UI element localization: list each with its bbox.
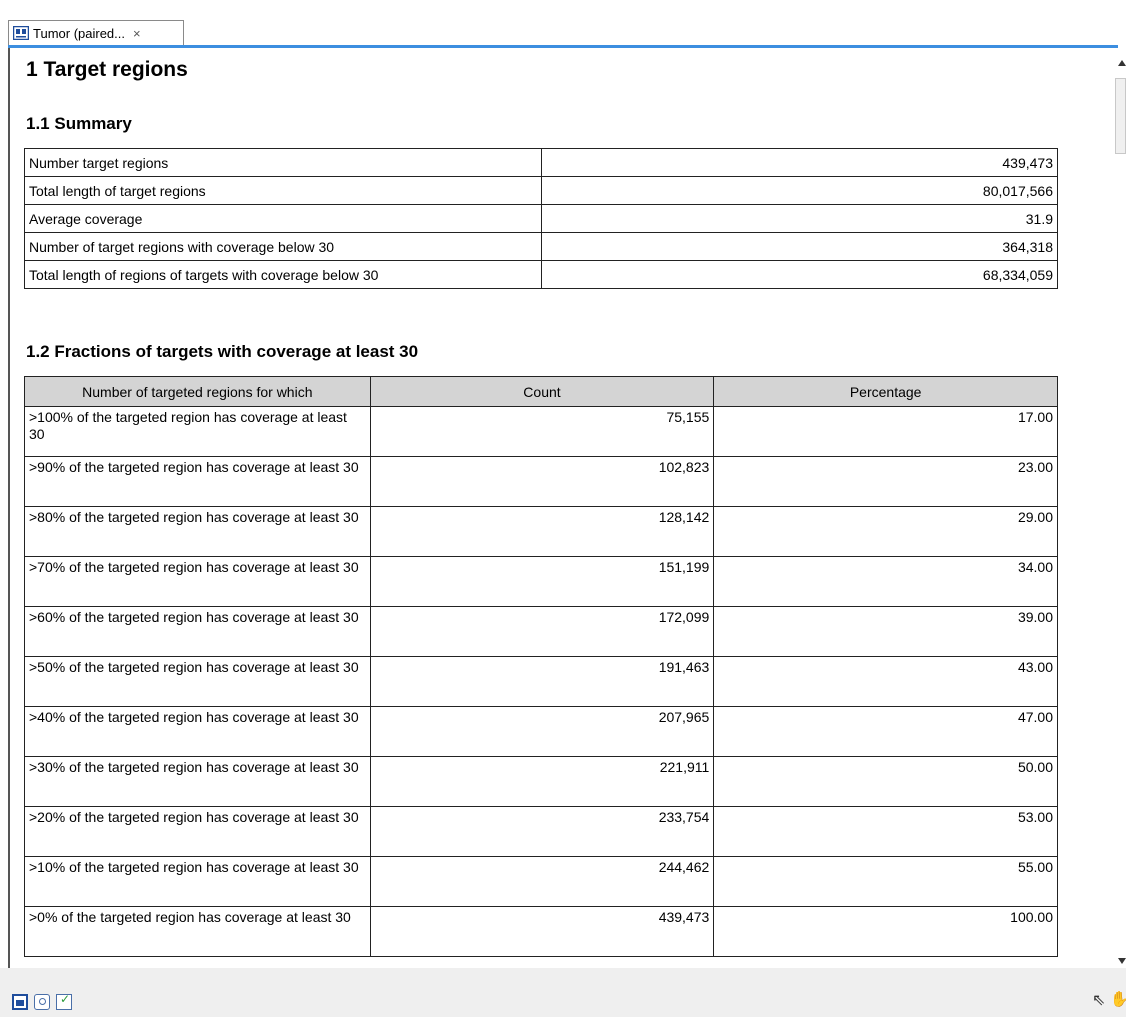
row-count: 102,823 <box>369 456 715 507</box>
row-percentage: 100.00 <box>713 906 1058 957</box>
summary-row: Average coverage 31.9 <box>23 204 1058 233</box>
page-title: 1 Target regions <box>26 58 188 81</box>
summary-value: 68,334,059 <box>541 260 1058 289</box>
scroll-up-icon[interactable] <box>1118 60 1126 66</box>
table-row: >10% of the targeted region has coverage… <box>24 856 1058 907</box>
row-percentage: 34.00 <box>713 556 1058 607</box>
table-row: >30% of the targeted region has coverage… <box>24 756 1058 807</box>
row-count: 151,199 <box>369 556 715 607</box>
row-count: 439,473 <box>369 906 715 957</box>
row-percentage: 23.00 <box>713 456 1058 507</box>
table-row: >20% of the targeted region has coverage… <box>24 806 1058 857</box>
row-label: >50% of the targeted region has coverage… <box>24 656 371 707</box>
pan-mode-icon[interactable]: ✋ <box>1110 990 1126 1008</box>
fractions-heading: 1.2 Fractions of targets with coverage a… <box>26 342 419 361</box>
table-row: >100% of the targeted region has coverag… <box>24 406 1058 457</box>
summary-label: Number of target regions with coverage b… <box>23 232 543 261</box>
column-header: Count <box>369 376 715 407</box>
close-icon[interactable]: × <box>133 26 141 41</box>
summary-value: 80,017,566 <box>541 176 1058 205</box>
table-row: >0% of the targeted region has coverage … <box>24 906 1058 957</box>
row-percentage: 50.00 <box>713 756 1058 807</box>
row-percentage: 29.00 <box>713 506 1058 557</box>
summary-value: 364,318 <box>541 232 1058 261</box>
column-header: Percentage <box>713 376 1058 407</box>
summary-row: Total length of target regions 80,017,566 <box>23 176 1058 205</box>
fractions-table: Number of targeted regions for which Cou… <box>24 376 1058 957</box>
row-label: >40% of the targeted region has coverage… <box>24 706 371 757</box>
row-percentage: 47.00 <box>713 706 1058 757</box>
selection-mode-icon[interactable]: ⇖ <box>1092 990 1105 1009</box>
table-row: >60% of the targeted region has coverage… <box>24 606 1058 657</box>
row-count: 191,463 <box>369 656 715 707</box>
row-label: >90% of the targeted region has coverage… <box>24 456 371 507</box>
row-label: >30% of the targeted region has coverage… <box>24 756 371 807</box>
summary-table: Number target regions 439,473 Total length… <box>23 148 1058 289</box>
view-toolbar: ⇖ ✋ <box>0 968 1126 1017</box>
history-icon[interactable] <box>34 994 50 1010</box>
summary-row: Number of target regions with coverage b… <box>23 232 1058 261</box>
row-label: >60% of the targeted region has coverage… <box>24 606 371 657</box>
table-row: >80% of the targeted region has coverage… <box>24 506 1058 557</box>
row-label: >20% of the targeted region has coverage… <box>24 806 371 857</box>
table-row: >90% of the targeted region has coverage… <box>24 456 1058 507</box>
summary-value: 31.9 <box>541 204 1058 233</box>
summary-label: Total length of target regions <box>23 176 543 205</box>
scrollbar-thumb[interactable] <box>1115 78 1126 154</box>
tab-tumor-report[interactable]: Tumor (paired... × <box>8 20 184 45</box>
row-label: >100% of the targeted region has coverag… <box>24 406 371 457</box>
fractions-header-row: Number of targeted regions for which Cou… <box>24 376 1058 407</box>
row-percentage: 17.00 <box>713 406 1058 457</box>
row-label: >70% of the targeted region has coverage… <box>24 556 371 607</box>
tab-underline <box>8 45 1118 48</box>
row-count: 75,155 <box>369 406 715 457</box>
summary-row: Total length of regions of targets with … <box>23 260 1058 289</box>
vertical-scrollbar[interactable] <box>1114 48 1126 968</box>
row-count: 233,754 <box>369 806 715 857</box>
summary-heading: 1.1 Summary <box>26 114 132 133</box>
row-count: 128,142 <box>369 506 715 557</box>
table-row: >50% of the targeted region has coverage… <box>24 656 1058 707</box>
report-view-icon[interactable] <box>12 994 28 1010</box>
table-row: >40% of the targeted region has coverage… <box>24 706 1058 757</box>
row-count: 221,911 <box>369 756 715 807</box>
row-count: 244,462 <box>369 856 715 907</box>
editor-tab-strip: Tumor (paired... × <box>0 0 1126 48</box>
summary-label: Number target regions <box>23 148 543 177</box>
tab-label: Tumor (paired... <box>33 25 125 41</box>
row-count: 172,099 <box>369 606 715 657</box>
summary-row: Number target regions 439,473 <box>23 148 1058 177</box>
column-header: Number of targeted regions for which <box>24 376 371 407</box>
summary-label: Average coverage <box>23 204 543 233</box>
row-percentage: 39.00 <box>713 606 1058 657</box>
row-label: >0% of the targeted region has coverage … <box>24 906 371 957</box>
summary-label: Total length of regions of targets with … <box>23 260 543 289</box>
row-percentage: 43.00 <box>713 656 1058 707</box>
table-row: >70% of the targeted region has coverage… <box>24 556 1058 607</box>
summary-value: 439,473 <box>541 148 1058 177</box>
report-icon <box>13 26 29 40</box>
element-info-icon[interactable] <box>56 992 72 1010</box>
row-percentage: 55.00 <box>713 856 1058 907</box>
row-label: >10% of the targeted region has coverage… <box>24 856 371 907</box>
row-percentage: 53.00 <box>713 806 1058 857</box>
editor-frame <box>8 48 10 978</box>
row-label: >80% of the targeted region has coverage… <box>24 506 371 557</box>
row-count: 207,965 <box>369 706 715 757</box>
scroll-down-icon[interactable] <box>1118 958 1126 964</box>
